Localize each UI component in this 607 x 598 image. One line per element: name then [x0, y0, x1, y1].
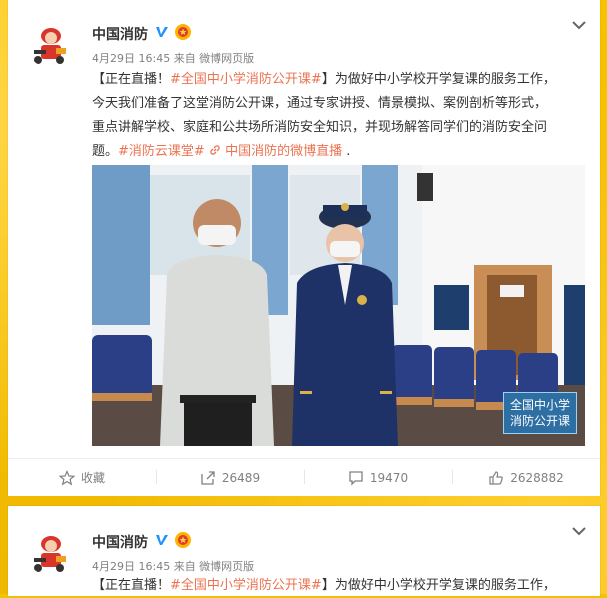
star-icon [58, 469, 75, 485]
repost-button[interactable]: 26489 [156, 459, 304, 496]
chevron-down-icon[interactable] [572, 526, 586, 536]
text-segment: 】为做好中小学校开学复课的服务工作， [321, 578, 556, 593]
post-text-line: 【正在直播！#全国中小学消防公开课#】为做好中小学校开学复课的服务工作， [92, 68, 592, 92]
medal-icon[interactable] [174, 23, 192, 41]
photo-caption-line: 全国中小学 [509, 398, 570, 412]
comment-count: 19470 [369, 470, 409, 485]
avatar[interactable] [26, 18, 76, 68]
photo-caption: 全国中小学 消防公开课 [502, 392, 577, 434]
post-text: 【正在直播！#全国中小学消防公开课#】为做好中小学校开学复课的服务工作， 今天我… [92, 68, 592, 164]
post-text-line: 重点讲解学校、家庭和公共场所消防安全知识，并现场解答同学们的消防安全问 [92, 120, 548, 135]
like-button[interactable]: 2628882 [452, 459, 600, 496]
post-actions-bar: 收藏 26489 19470 2628882 [8, 458, 600, 496]
avatar[interactable] [26, 526, 76, 576]
topic-tag[interactable]: #全国中小学消防公开课# [170, 578, 322, 593]
post-text-line: 【正在直播！#全国中小学消防公开课#】为做好中小学校开学复课的服务工作， [92, 574, 592, 598]
post-text-line: 今天我们准备了这堂消防公开课，通过专家讲授、情景模拟、案例剖析等形式， [92, 96, 548, 111]
repost-icon [201, 470, 215, 485]
comment-button[interactable]: 19470 [304, 459, 452, 496]
text-segment: 【正在直播！ [92, 578, 171, 593]
thumbs-up-icon [489, 470, 504, 485]
post-photo[interactable]: 全国中小学 消防公开课 [92, 165, 585, 446]
comment-icon [349, 470, 363, 486]
post-meta[interactable]: 4月29日 16:45 来自 微博网页版 [92, 50, 254, 66]
post-text-line: 题。#消防云课堂# 中国消防的微博直播 . [92, 140, 592, 164]
chevron-down-icon[interactable] [572, 20, 586, 30]
text-segment: 【正在直播！ [92, 72, 171, 87]
medal-icon[interactable] [174, 531, 192, 549]
favorite-button[interactable]: 收藏 [8, 459, 156, 496]
topic-tag[interactable]: #全国中小学消防公开课# [170, 72, 322, 87]
post-meta[interactable]: 4月29日 16:45 来自 微博网页版 [92, 558, 254, 574]
favorite-label: 收藏 [80, 471, 105, 485]
text-segment: . [342, 144, 351, 159]
author-name[interactable]: 中国消防 [92, 24, 148, 44]
topic-tag[interactable]: #消防云课堂# [118, 144, 205, 159]
like-count: 2628882 [510, 470, 564, 485]
text-segment: 题。 [92, 144, 119, 159]
live-link-label[interactable]: 中国消防的微博直播 [225, 144, 342, 159]
verified-v-icon [156, 27, 168, 37]
author-name[interactable]: 中国消防 [92, 532, 148, 552]
live-link[interactable]: 中国消防的微博直播 [205, 144, 342, 159]
verified-v-icon [156, 535, 168, 545]
text-segment: 】为做好中小学校开学复课的服务工作， [321, 72, 556, 87]
weibo-post-card: 中国消防 4月29日 16:45 来自 微博网页版 【正在直播！#全国中小学消防… [8, 506, 600, 596]
photo-caption-line: 消防公开课 [509, 414, 570, 428]
weibo-post-card: 中国消防 4月29日 16:45 来自 微博网页版 【正在直播！#全国中小学消防… [8, 0, 600, 496]
post-text: 【正在直播！#全国中小学消防公开课#】为做好中小学校开学复课的服务工作， [92, 574, 592, 598]
repost-count: 26489 [221, 470, 261, 485]
link-icon [210, 145, 220, 155]
